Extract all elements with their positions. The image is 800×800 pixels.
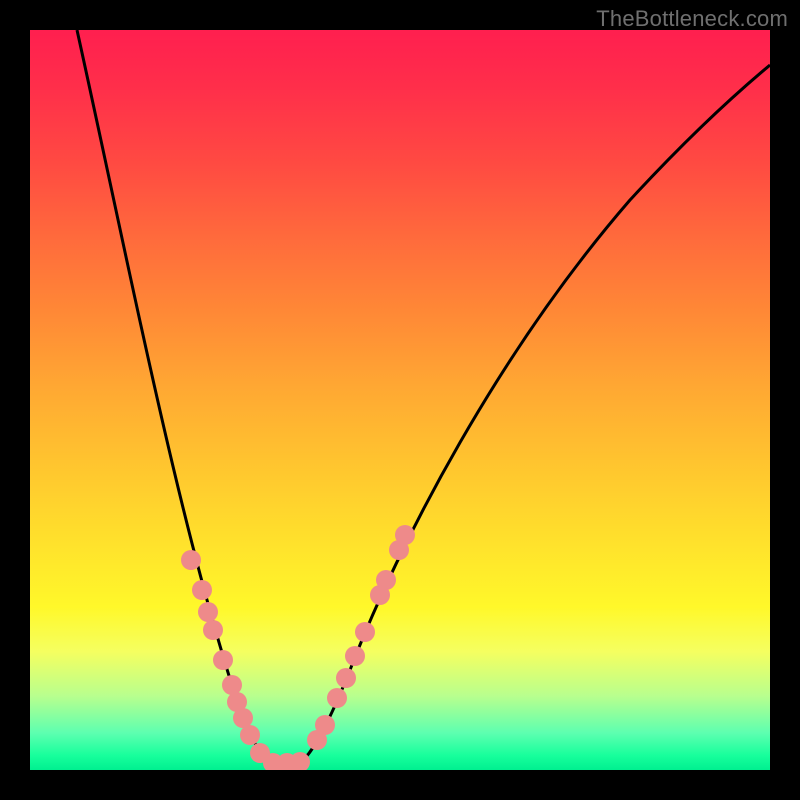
chart-frame: TheBottleneck.com	[0, 0, 800, 800]
watermark: TheBottleneck.com	[596, 6, 788, 32]
data-dot	[222, 675, 242, 695]
data-dot	[336, 668, 356, 688]
data-dot	[181, 550, 201, 570]
data-dot	[327, 688, 347, 708]
curve-layer	[30, 30, 770, 770]
plot-area	[30, 30, 770, 770]
data-dot	[240, 725, 260, 745]
bottleneck-curve	[77, 30, 770, 770]
data-dot	[376, 570, 396, 590]
data-dot	[192, 580, 212, 600]
data-dot	[345, 646, 365, 666]
data-dot	[315, 715, 335, 735]
dots-group	[181, 525, 415, 770]
data-dot	[213, 650, 233, 670]
data-dot	[355, 622, 375, 642]
data-dot	[395, 525, 415, 545]
data-dot	[198, 602, 218, 622]
data-dot	[203, 620, 223, 640]
